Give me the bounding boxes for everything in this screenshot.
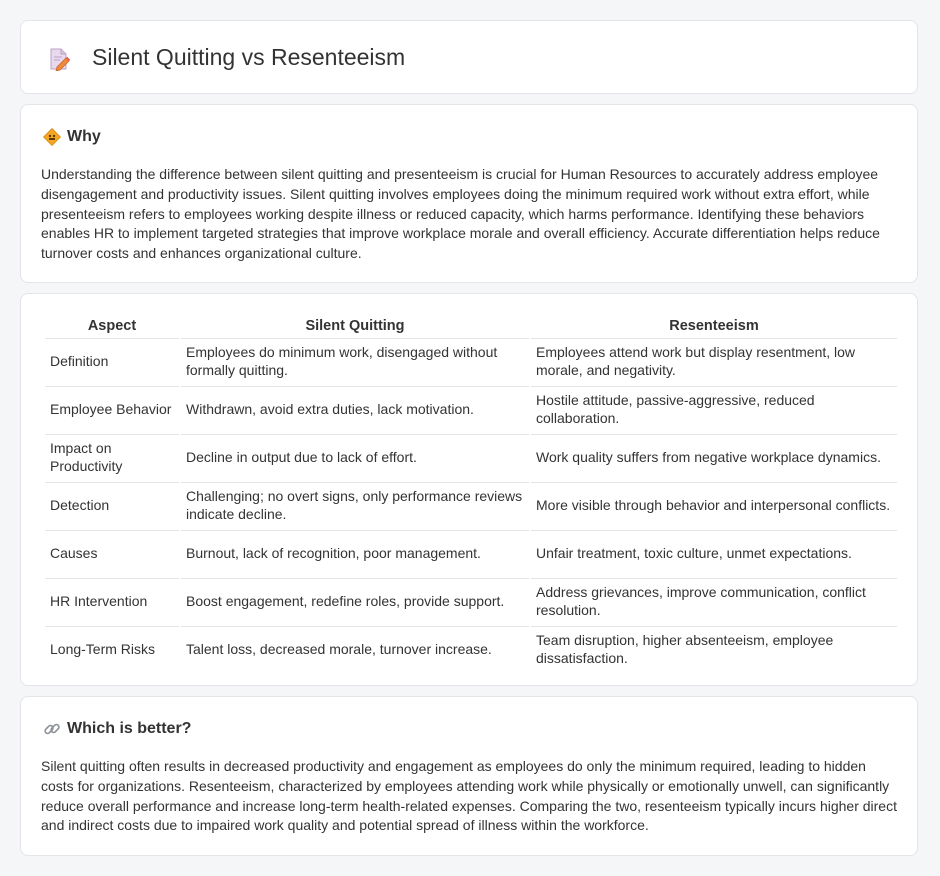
table-row: Definition Employees do minimum work, di… [45,338,897,384]
why-heading: Why [67,128,101,145]
resenteeism-cell: Unfair treatment, toxic culture, unmet e… [531,530,897,576]
table-row: HR Intervention Boost engagement, redefi… [45,578,897,624]
table-row: Causes Burnout, lack of recognition, poo… [45,530,897,576]
silent-quitting-cell: Withdrawn, avoid extra duties, lack moti… [181,386,529,432]
aspect-cell: Impact on Productivity [45,434,179,480]
resenteeism-cell: More visible through behavior and interp… [531,482,897,528]
diamond-sign-icon [43,128,61,146]
why-section: Why Understanding the difference between… [20,104,918,283]
silent-quitting-cell: Decline in output due to lack of effort. [181,434,529,480]
table-header-row: Aspect Silent Quitting Resenteeism [45,316,897,336]
better-heading: Which is better? [67,720,192,737]
link-icon [44,723,60,735]
document-pencil-icon [50,48,71,71]
comparison-table: Aspect Silent Quitting Resenteeism Defin… [43,314,899,674]
column-header: Aspect [87,318,137,334]
silent-quitting-cell: Talent loss, decreased morale, turnover … [181,626,529,672]
column-header: Silent Quitting [305,318,405,334]
resenteeism-cell: Address grievances, improve communicatio… [531,578,897,624]
why-text: Understanding the difference between sil… [41,166,880,262]
aspect-cell: Long-Term Risks [45,626,179,672]
aspect-cell: Definition [45,338,179,384]
silent-quitting-cell: Boost engagement, redefine roles, provid… [181,578,529,624]
resenteeism-cell: Hostile attitude, passive-aggressive, re… [531,386,897,432]
table-row: Impact on Productivity Decline in output… [45,434,897,480]
page-title: Silent Quitting vs Resenteeism [92,44,406,70]
resenteeism-cell: Work quality suffers from negative workp… [531,434,897,480]
which-is-better-section: Which is better? Silent quitting often r… [20,696,918,856]
silent-quitting-cell: Employees do minimum work, disengaged wi… [181,338,529,384]
aspect-cell: HR Intervention [45,578,179,624]
resenteeism-cell: Employees attend work but display resent… [531,338,897,384]
table-row: Employee Behavior Withdrawn, avoid extra… [45,386,897,432]
table-row: Long-Term Risks Talent loss, decreased m… [45,626,897,672]
better-text: Silent quitting often results in decreas… [41,758,897,834]
aspect-cell: Detection [45,482,179,528]
table-row: Detection Challenging; no overt signs, o… [45,482,897,528]
aspect-cell: Causes [45,530,179,576]
comparison-section: Aspect Silent Quitting Resenteeism Defin… [20,293,918,686]
header-card: Silent Quitting vs Resenteeism [20,20,918,94]
silent-quitting-cell: Burnout, lack of recognition, poor manag… [181,530,529,576]
aspect-cell: Employee Behavior [45,386,179,432]
resenteeism-cell: Team disruption, higher absenteeism, emp… [531,626,897,672]
column-header: Resenteeism [669,318,759,334]
silent-quitting-cell: Challenging; no overt signs, only perfor… [181,482,529,528]
